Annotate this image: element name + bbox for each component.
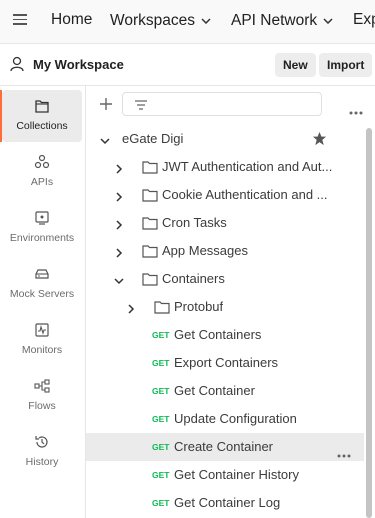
folder-row[interactable]: Cookie Authentication and ... [86, 181, 364, 209]
request-label: Get Container Log [174, 495, 281, 510]
top-nav: Home Workspaces API Network Exp [0, 0, 375, 44]
folder-row[interactable]: App Messages [86, 237, 364, 265]
apis-icon [34, 154, 50, 169]
request-row[interactable]: GET Export Containers [86, 349, 364, 377]
collection-row[interactable]: eGate Digi [86, 125, 364, 153]
monitors-icon [35, 323, 49, 337]
collections-icon [35, 100, 49, 113]
sidebar-item-history[interactable]: History [2, 426, 82, 478]
sidebar-label: Monitors [21, 344, 63, 356]
sidebar-label: Collections [16, 120, 68, 132]
workspace-title: My Workspace [33, 57, 124, 72]
filter-icon [134, 98, 148, 116]
user-icon [10, 56, 24, 77]
mock-servers-icon [35, 269, 49, 279]
method-badge: GET [152, 442, 170, 452]
folder-label: Protobuf [174, 299, 224, 314]
sidebar-label: APIs [30, 176, 54, 188]
request-label: Get Containers [174, 327, 262, 342]
nav-api-network[interactable]: API Network [231, 11, 333, 30]
folder-label: Containers [162, 271, 225, 286]
chevron-right-icon[interactable] [114, 189, 124, 207]
request-label: Create Container [174, 439, 273, 454]
sidebar-item-environments[interactable]: Environments [2, 202, 82, 254]
environments-icon [35, 211, 49, 225]
method-badge: GET [152, 358, 170, 368]
request-row[interactable]: GET Update Configuration [86, 405, 364, 433]
flows-icon [34, 379, 50, 393]
request-label: Get Container History [174, 467, 299, 482]
chevron-down-icon[interactable] [100, 133, 110, 151]
chevron-right-icon[interactable] [114, 161, 124, 179]
request-label: Update Configuration [174, 411, 297, 426]
folder-icon [142, 272, 158, 291]
sidebar-label: Flows [28, 400, 56, 412]
scrollbar[interactable] [366, 128, 372, 518]
folder-icon [154, 300, 170, 319]
new-button[interactable]: New [275, 53, 316, 77]
sidebar-item-collections[interactable]: Collections [0, 90, 82, 142]
sidebar-item-monitors[interactable]: Monitors [2, 314, 82, 366]
request-row[interactable]: GET Get Container History [86, 461, 364, 489]
request-row-selected[interactable]: GET Create Container [86, 433, 364, 461]
collections-toolbar [86, 86, 375, 124]
method-badge: GET [152, 470, 170, 480]
request-row[interactable]: GET Get Container Log [86, 489, 364, 517]
chevron-down-icon [201, 11, 211, 29]
filter-input[interactable] [122, 92, 322, 116]
collection-name: eGate Digi [122, 131, 184, 146]
chevron-right-icon[interactable] [114, 217, 124, 235]
subfolder-row[interactable]: Protobuf [86, 293, 364, 321]
import-button[interactable]: Import [319, 53, 373, 77]
method-badge: GET [152, 498, 170, 508]
sidebar-item-flows[interactable]: Flows [2, 370, 82, 422]
folder-label: App Messages [162, 243, 248, 258]
workspace-header: My Workspace New Import [0, 44, 375, 86]
folder-label: Cookie Authentication and ... [162, 187, 328, 202]
nav-home[interactable]: Home [51, 11, 92, 29]
nav-workspaces-label: Workspaces [110, 12, 195, 29]
method-badge: GET [152, 414, 170, 424]
folder-row[interactable]: Containers [86, 265, 364, 293]
folder-label: JWT Authentication and Aut... [162, 159, 333, 174]
sidebar-label: Environments [9, 232, 75, 244]
folder-icon [142, 244, 158, 263]
nav-workspaces[interactable]: Workspaces [110, 11, 211, 30]
method-badge: GET [152, 330, 170, 340]
plus-icon[interactable] [99, 97, 113, 116]
folder-icon [142, 188, 158, 207]
sidebar-label: History [25, 456, 59, 468]
chevron-down-icon [323, 11, 333, 29]
sidebar-item-apis[interactable]: APIs [2, 146, 82, 198]
folder-row[interactable]: JWT Authentication and Aut... [86, 153, 364, 181]
more-options-icon[interactable] [349, 102, 363, 120]
folder-icon [142, 216, 158, 235]
folder-label: Cron Tasks [162, 215, 227, 230]
folder-row[interactable]: Cron Tasks [86, 209, 364, 237]
request-row[interactable]: GET Get Container [86, 377, 364, 405]
sidebar: Collections APIs Environments Mock Serve… [0, 86, 86, 518]
sidebar-label: Mock Servers [9, 288, 75, 300]
request-label: Export Containers [174, 355, 279, 370]
request-label: Get Container [174, 383, 255, 398]
request-row[interactable]: GET Get Containers [86, 321, 364, 349]
sidebar-item-mock-servers[interactable]: Mock Servers [2, 258, 82, 310]
method-badge: GET [152, 386, 170, 396]
nav-api-network-label: API Network [231, 12, 318, 29]
folder-icon [142, 160, 158, 179]
chevron-right-icon[interactable] [126, 301, 136, 319]
chevron-down-icon[interactable] [114, 273, 124, 291]
chevron-right-icon[interactable] [114, 245, 124, 263]
star-icon[interactable] [312, 131, 327, 151]
history-icon [35, 436, 48, 448]
nav-explore[interactable]: Exp [353, 11, 375, 29]
menu-icon[interactable] [13, 14, 27, 28]
